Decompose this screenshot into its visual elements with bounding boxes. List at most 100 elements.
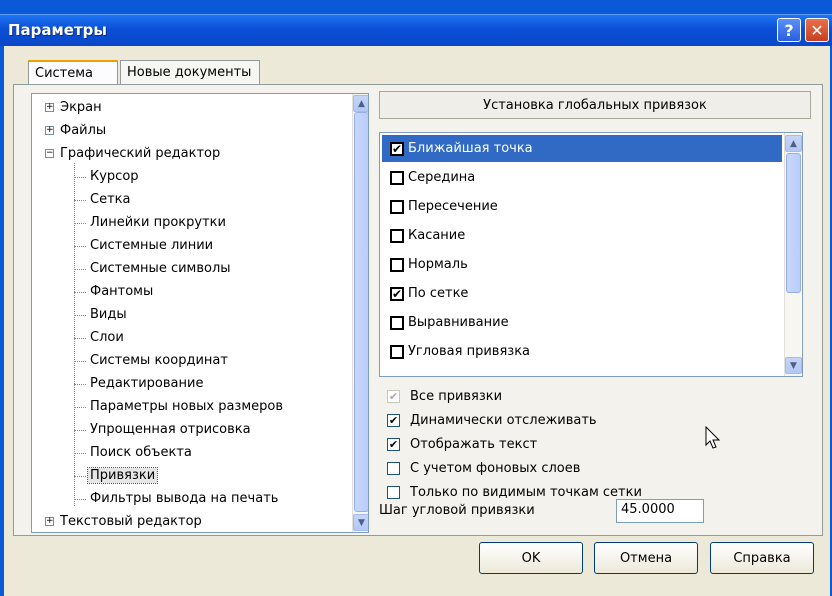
checkbox-box[interactable] — [387, 461, 400, 475]
help-button[interactable]: Справка — [710, 542, 814, 574]
tree-item-label: Привязки — [86, 467, 159, 484]
tree-connector — [74, 177, 86, 178]
tree-item-label: Файлы — [60, 123, 107, 138]
tree-item-label: Графический редактор — [60, 146, 221, 161]
ok-button[interactable]: OK — [479, 542, 583, 574]
tree-item-label: Текстовый редактор — [60, 514, 202, 529]
checkbox-box[interactable] — [387, 485, 400, 499]
option-label: С учетом фоновых слоев — [410, 460, 581, 476]
scroll-up-icon[interactable]: ▲ — [353, 95, 368, 112]
snap-item[interactable]: Угловая привязка — [382, 338, 782, 365]
checkbox-box[interactable]: ✔ — [387, 413, 400, 427]
tree-item-label: Курсор — [90, 169, 139, 184]
dialog-window: Параметры ? ✕ Система Новые документы + Э… — [0, 0, 832, 596]
cancel-button[interactable]: Отмена — [594, 542, 698, 574]
tree-item[interactable]: Линейки прокрутки — [32, 213, 352, 235]
tree-item[interactable]: Фантомы — [32, 282, 352, 304]
step-label: Шаг угловой привязки — [379, 503, 535, 518]
title-bar[interactable]: Параметры ? ✕ — [0, 14, 832, 46]
help-title-button[interactable]: ? — [777, 18, 801, 42]
tree-item[interactable]: Упрощенная отрисовка — [32, 420, 352, 442]
option-checkbox[interactable]: ✔ Динамически отслеживать — [387, 409, 597, 431]
checkbox-box[interactable]: ✔ — [387, 437, 400, 451]
snap-checkbox[interactable] — [390, 228, 404, 243]
settings-tree[interactable]: + Экран + Файлы − Графический редактор Курсор С… — [31, 93, 369, 533]
group-title: Установка глобальных привязок — [379, 91, 811, 119]
tree-item-label: Фильтры вывода на печать — [90, 491, 279, 506]
tree-item[interactable]: Сетка — [32, 190, 352, 212]
tree-item[interactable]: Поиск объекта — [32, 443, 352, 465]
snap-label: Середина — [408, 170, 476, 185]
snap-label: Угловая привязка — [408, 344, 531, 359]
tree-item[interactable]: + Экран — [32, 98, 352, 120]
snap-checkbox[interactable] — [390, 170, 404, 185]
mouse-cursor-icon — [705, 426, 721, 449]
scroll-down-icon[interactable]: ▼ — [353, 514, 368, 531]
snap-item[interactable]: ✔ Ближайшая точка — [382, 135, 782, 162]
expand-icon[interactable]: + — [45, 126, 54, 135]
window-title: Параметры — [8, 21, 107, 39]
snap-checkbox[interactable]: ✔ — [390, 141, 404, 156]
tab-system[interactable]: Система — [28, 60, 118, 86]
expand-icon[interactable]: + — [45, 103, 54, 112]
tree-connector — [74, 361, 86, 362]
tree-item-label: Экран — [60, 100, 102, 115]
snap-item[interactable]: Нормаль — [382, 251, 782, 278]
tree-item[interactable]: Системы координат — [32, 351, 352, 373]
snap-checkbox[interactable] — [390, 344, 404, 359]
tree-connector — [74, 246, 86, 247]
close-title-button[interactable]: ✕ — [805, 18, 829, 42]
tree-item-label: Слои — [90, 330, 124, 345]
option-label: Все привязки — [410, 388, 503, 404]
tree-item[interactable]: Слои — [32, 328, 352, 350]
scroll-up-icon[interactable]: ▲ — [785, 135, 802, 152]
tree-item[interactable]: + Текстовый редактор — [32, 512, 352, 532]
tree-item-label: Редактирование — [90, 376, 204, 391]
option-checkbox[interactable]: С учетом фоновых слоев — [387, 457, 580, 479]
tree-item[interactable]: Системные символы — [32, 259, 352, 281]
snap-checkbox[interactable] — [390, 315, 404, 330]
snap-item[interactable]: ✔ По сетке — [382, 280, 782, 307]
tree-connector — [74, 315, 86, 316]
tree-scrollbar[interactable]: ▲ ▼ — [352, 94, 368, 532]
snap-checkbox[interactable] — [390, 199, 404, 214]
tree-item[interactable]: Фильтры вывода на печать — [32, 489, 352, 511]
option-checkbox[interactable]: Только по видимым точкам сетки — [387, 481, 642, 503]
snap-scrollbar[interactable]: ▲ ▼ — [784, 133, 802, 376]
tree-item[interactable]: Системные линии — [32, 236, 352, 258]
snap-label: Пересечение — [408, 199, 498, 214]
tree-item-label: Системы координат — [90, 353, 228, 368]
snap-item[interactable]: Касание — [382, 222, 782, 249]
option-label: Динамически отслеживать — [410, 412, 597, 428]
tree-connector — [74, 476, 86, 477]
scroll-thumb[interactable] — [354, 112, 368, 512]
snap-list[interactable]: ✔ Ближайшая точка Середина Пересечение Касан… — [379, 132, 803, 377]
collapse-icon[interactable]: − — [45, 149, 54, 158]
snap-item[interactable]: Пересечение — [382, 193, 782, 220]
snap-item[interactable]: Выравнивание — [382, 309, 782, 336]
scroll-down-icon[interactable]: ▼ — [785, 357, 802, 374]
tree-item-label: Сетка — [90, 192, 131, 207]
snap-item[interactable]: Середина — [382, 164, 782, 191]
tab-new-documents[interactable]: Новые документы — [120, 60, 260, 86]
scroll-thumb[interactable] — [786, 153, 801, 293]
tree-item[interactable]: + Файлы — [32, 121, 352, 143]
tree-item[interactable]: Редактирование — [32, 374, 352, 396]
tree-item[interactable]: Виды — [32, 305, 352, 327]
tree-item[interactable]: − Графический редактор — [32, 144, 352, 166]
expand-icon[interactable]: + — [45, 517, 54, 526]
angle-step-input[interactable]: 45.0000 — [616, 499, 704, 523]
option-checkbox[interactable]: ✔ Отображать текст — [387, 433, 537, 455]
snap-checkbox[interactable] — [390, 257, 404, 272]
tree-item-label: Параметры новых размеров — [90, 399, 283, 414]
snap-label: Выравнивание — [408, 315, 509, 330]
tree-item-label: Системные линии — [90, 238, 214, 253]
tree-connector — [74, 223, 86, 224]
tree-connector — [74, 292, 86, 293]
tree-item[interactable]: Привязки — [32, 466, 352, 488]
tree-item[interactable]: Курсор — [32, 167, 352, 189]
snap-checkbox[interactable]: ✔ — [390, 286, 404, 301]
tree-connector — [74, 338, 86, 339]
tree-item[interactable]: Параметры новых размеров — [32, 397, 352, 419]
checkbox-box: ✔ — [387, 389, 400, 403]
